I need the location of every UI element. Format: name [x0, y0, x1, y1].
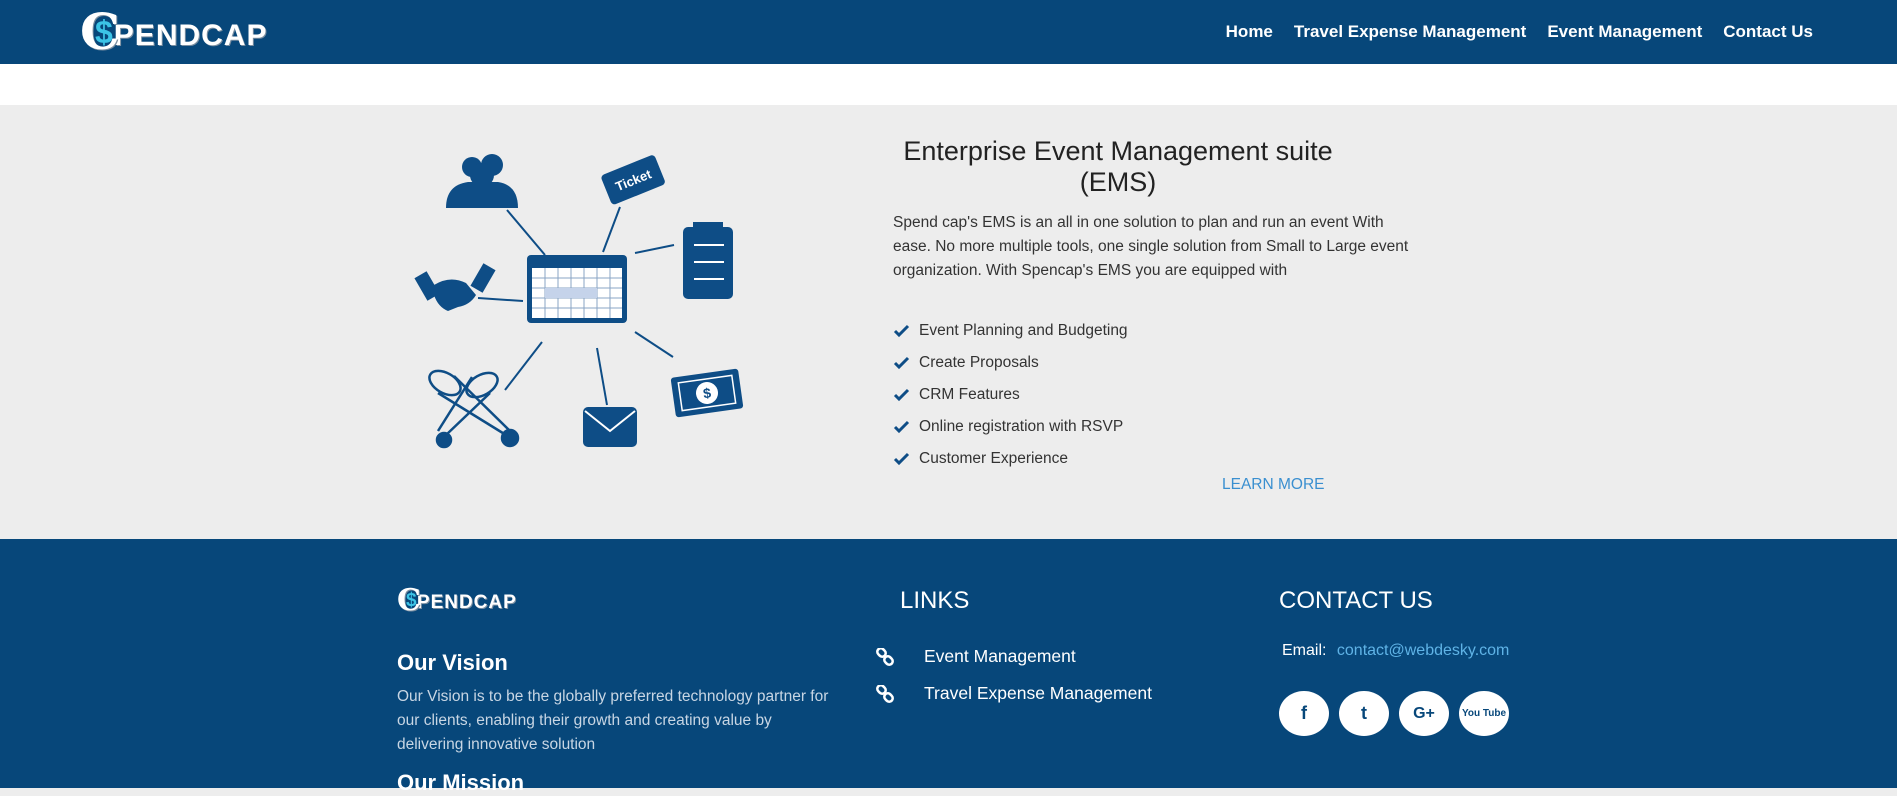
feature-item: Event Planning and Budgeting: [893, 315, 1128, 347]
top-navbar: C $ PENDCAP Home Travel Expense Manageme…: [0, 0, 1897, 64]
link-icon: [876, 647, 894, 666]
logo-wordmark: PENDCAP: [416, 592, 517, 613]
check-icon: [893, 420, 910, 434]
feature-item: Customer Experience: [893, 443, 1128, 475]
envelope-icon: [583, 407, 637, 447]
twitter-icon[interactable]: t: [1339, 691, 1389, 736]
money-icon: $: [670, 368, 744, 418]
facebook-icon[interactable]: f: [1279, 691, 1329, 736]
link-icon: [876, 684, 894, 703]
feature-label: CRM Features: [919, 386, 1020, 403]
email-row: Email: contact@webdesky.com: [1282, 642, 1509, 660]
links-heading: LINKS: [900, 587, 970, 614]
feature-label: Customer Experience: [919, 450, 1069, 467]
feature-label: Create Proposals: [919, 354, 1039, 371]
check-icon: [893, 388, 910, 402]
check-icon: [893, 356, 910, 370]
footer-link-travel-expense[interactable]: Travel Expense Management: [876, 683, 1152, 704]
mission-heading: Our Mission: [397, 770, 525, 795]
logo-dollar: $: [406, 590, 417, 611]
section-description: Spend cap's EMS is an all in one solutio…: [893, 214, 1409, 279]
footer: C $ PENDCAP Our Vision Our Vision is to …: [0, 539, 1897, 795]
calendar-icon: [527, 255, 627, 323]
brand-logo[interactable]: C $ PENDCAP: [80, 6, 268, 58]
check-icon: [893, 324, 910, 338]
nav-event-management[interactable]: Event Management: [1547, 22, 1702, 42]
nav-contact-us[interactable]: Contact Us: [1723, 22, 1813, 42]
main-menu: Home Travel Expense Management Event Man…: [1205, 0, 1813, 64]
feature-label: Online registration with RSVP: [919, 418, 1124, 435]
vision-text: Our Vision is to be the globally preferr…: [397, 688, 829, 753]
footer-logo[interactable]: C $ PENDCAP: [397, 585, 517, 617]
learn-more-link[interactable]: LEARN MORE: [1222, 476, 1325, 494]
section-title-line1: Enterprise Event Management suite: [903, 136, 1333, 166]
email-label: Email:: [1282, 642, 1327, 659]
nav-travel-expense[interactable]: Travel Expense Management: [1294, 22, 1526, 42]
contact-heading: CONTACT US: [1279, 587, 1433, 614]
google-plus-icon[interactable]: G+: [1399, 691, 1449, 736]
youtube-icon[interactable]: You Tube: [1459, 691, 1509, 736]
feature-item: Online registration with RSVP: [893, 411, 1128, 443]
ems-section: Ticket $ Enterprise Event Management sui…: [0, 105, 1897, 539]
nav-home[interactable]: Home: [1226, 22, 1273, 42]
check-icon: [893, 452, 910, 466]
event-management-illustration: Ticket $: [414, 154, 744, 449]
section-title-line2: (EMS): [1079, 167, 1157, 197]
logo-wordmark: PENDCAP: [113, 19, 268, 52]
spotlight-icon: [428, 369, 520, 449]
feature-list: Event Planning and Budgeting Create Prop…: [893, 315, 1128, 475]
header-spacer: [0, 64, 1897, 105]
feature-item: Create Proposals: [893, 347, 1128, 379]
logo-dollar: $: [95, 14, 113, 50]
vision-heading: Our Vision: [397, 650, 508, 675]
footer-link-label: Event Management: [924, 646, 1076, 666]
people-icon: [446, 154, 518, 208]
feature-label: Event Planning and Budgeting: [919, 322, 1128, 339]
handshake-icon: [414, 263, 496, 311]
footer-link-event-management[interactable]: Event Management: [876, 646, 1076, 667]
ticket-icon: Ticket: [601, 155, 665, 205]
section-title: Enterprise Event Management suite (EMS): [893, 136, 1343, 198]
social-links: f t G+ You Tube: [1279, 691, 1509, 736]
email-link[interactable]: contact@webdesky.com: [1337, 642, 1509, 659]
checklist-icon: [683, 222, 733, 299]
footer-link-label: Travel Expense Management: [924, 683, 1152, 703]
feature-item: CRM Features: [893, 379, 1128, 411]
